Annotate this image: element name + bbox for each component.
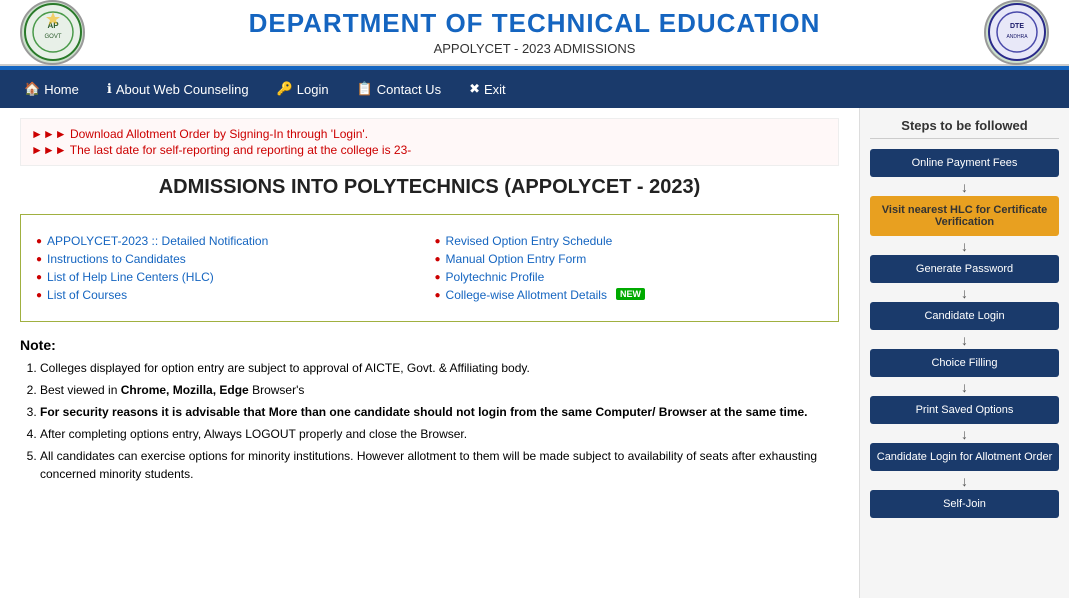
nav-about[interactable]: ℹ About Web Counseling <box>93 70 263 108</box>
marquee-line-1: ►►► Download Allotment Order by Signing-… <box>31 127 828 141</box>
nav-contact[interactable]: 📋 Contact Us <box>343 70 456 108</box>
steps-sidebar: Steps to be followed Online Payment Fees… <box>859 108 1069 598</box>
info-icon: ℹ <box>107 81 112 97</box>
nav-login[interactable]: 🔑 Login <box>263 70 343 108</box>
bullet-icon: ● <box>435 254 441 265</box>
link-courses[interactable]: List of Courses <box>47 288 127 302</box>
note-section: Note: Colleges displayed for option entr… <box>20 337 839 483</box>
page-header: AP GOVT DEPARTMENT OF TECHNICAL EDUCATIO… <box>0 0 1069 66</box>
step-arrow-1: ↓ <box>870 179 1059 195</box>
step-arrow-7: ↓ <box>870 473 1059 489</box>
bold-security-note: For security reasons it is advisable tha… <box>40 405 808 419</box>
step-arrow-5: ↓ <box>870 379 1059 395</box>
step-arrow-3: ↓ <box>870 285 1059 301</box>
step-hlc-verification[interactable]: Visit nearest HLC for Certificate Verifi… <box>870 196 1059 236</box>
link-notification[interactable]: APPOLYCET-2023 :: Detailed Notification <box>47 234 268 248</box>
link-hlc[interactable]: List of Help Line Centers (HLC) <box>47 270 214 284</box>
step-print-options[interactable]: Print Saved Options <box>870 396 1059 424</box>
link-allotment-details[interactable]: College-wise Allotment Details <box>446 288 607 302</box>
sidebar-title: Steps to be followed <box>870 118 1059 139</box>
svg-text:DTE: DTE <box>1010 23 1024 30</box>
home-icon: 🏠 <box>24 81 40 97</box>
svg-text:AP: AP <box>47 21 59 30</box>
links-right-col: ● Revised Option Entry Schedule ● Manual… <box>435 230 824 306</box>
header-title-block: DEPARTMENT OF TECHNICAL EDUCATION APPOLY… <box>249 8 821 56</box>
links-box: ● APPOLYCET-2023 :: Detailed Notificatio… <box>20 214 839 322</box>
bullet-icon: ● <box>435 236 441 247</box>
step-candidate-login[interactable]: Candidate Login <box>870 302 1059 330</box>
key-icon: 🔑 <box>277 81 293 97</box>
note-item-4: After completing options entry, Always L… <box>40 425 839 443</box>
step-choice-filling[interactable]: Choice Filling <box>870 349 1059 377</box>
step-candidate-allotment-login[interactable]: Candidate Login for Allotment Order <box>870 443 1059 471</box>
contact-icon: 📋 <box>357 81 373 97</box>
link-revised-schedule[interactable]: Revised Option Entry Schedule <box>446 234 613 248</box>
new-badge: NEW <box>616 288 645 300</box>
bullet-icon: ● <box>435 272 441 283</box>
step-arrow-2: ↓ <box>870 238 1059 254</box>
page-title: ADMISSIONS INTO POLYTECHNICS (APPOLYCET … <box>20 176 839 199</box>
list-item: ● List of Courses <box>36 288 425 302</box>
nav-exit[interactable]: ✖ Exit <box>455 70 520 108</box>
note-list: Colleges displayed for option entry are … <box>20 359 839 483</box>
main-container: ►►► Download Allotment Order by Signing-… <box>0 108 1069 598</box>
exit-icon: ✖ <box>469 81 480 97</box>
bullet-icon: ● <box>36 290 42 301</box>
content-area: ►►► Download Allotment Order by Signing-… <box>0 108 859 598</box>
step-generate-password[interactable]: Generate Password <box>870 255 1059 283</box>
main-navbar: 🏠 Home ℹ About Web Counseling 🔑 Login 📋 … <box>0 70 1069 108</box>
bold-browsers: Chrome, Mozilla, Edge <box>121 383 249 397</box>
logo-right: DTE ANDHRA <box>984 0 1049 65</box>
step-arrow-6: ↓ <box>870 426 1059 442</box>
bullet-icon: ● <box>36 236 42 247</box>
bullet-icon: ● <box>36 272 42 283</box>
marquee-line-2: ►►► The last date for self-reporting and… <box>31 143 828 157</box>
list-item: ● List of Help Line Centers (HLC) <box>36 270 425 284</box>
step-online-payment[interactable]: Online Payment Fees <box>870 149 1059 177</box>
list-item: ● College-wise Allotment Details NEW <box>435 288 824 302</box>
list-item: ● Polytechnic Profile <box>435 270 824 284</box>
list-item: ● Revised Option Entry Schedule <box>435 234 824 248</box>
note-item-5: All candidates can exercise options for … <box>40 447 839 483</box>
link-polytechnic-profile[interactable]: Polytechnic Profile <box>446 270 545 284</box>
svg-text:ANDHRA: ANDHRA <box>1006 34 1028 40</box>
bullet-icon: ● <box>435 290 441 301</box>
link-manual-form[interactable]: Manual Option Entry Form <box>446 252 587 266</box>
links-left-col: ● APPOLYCET-2023 :: Detailed Notificatio… <box>36 230 425 306</box>
site-subtitle: APPOLYCET - 2023 ADMISSIONS <box>249 41 821 56</box>
svg-text:GOVT: GOVT <box>44 34 61 40</box>
link-instructions[interactable]: Instructions to Candidates <box>47 252 186 266</box>
step-arrow-4: ↓ <box>870 332 1059 348</box>
links-grid: ● APPOLYCET-2023 :: Detailed Notificatio… <box>36 230 823 306</box>
note-item-1: Colleges displayed for option entry are … <box>40 359 839 377</box>
note-title: Note: <box>20 337 839 353</box>
bullet-icon: ● <box>36 254 42 265</box>
step-self-join[interactable]: Self-Join <box>870 490 1059 518</box>
list-item: ● Instructions to Candidates <box>36 252 425 266</box>
note-item-3: For security reasons it is advisable tha… <box>40 403 839 421</box>
note-item-2: Best viewed in Chrome, Mozilla, Edge Bro… <box>40 381 839 399</box>
logo-left: AP GOVT <box>20 0 85 65</box>
marquee-area: ►►► Download Allotment Order by Signing-… <box>20 118 839 166</box>
site-title: DEPARTMENT OF TECHNICAL EDUCATION <box>249 8 821 39</box>
list-item: ● Manual Option Entry Form <box>435 252 824 266</box>
list-item: ● APPOLYCET-2023 :: Detailed Notificatio… <box>36 234 425 248</box>
nav-home[interactable]: 🏠 Home <box>10 70 93 108</box>
